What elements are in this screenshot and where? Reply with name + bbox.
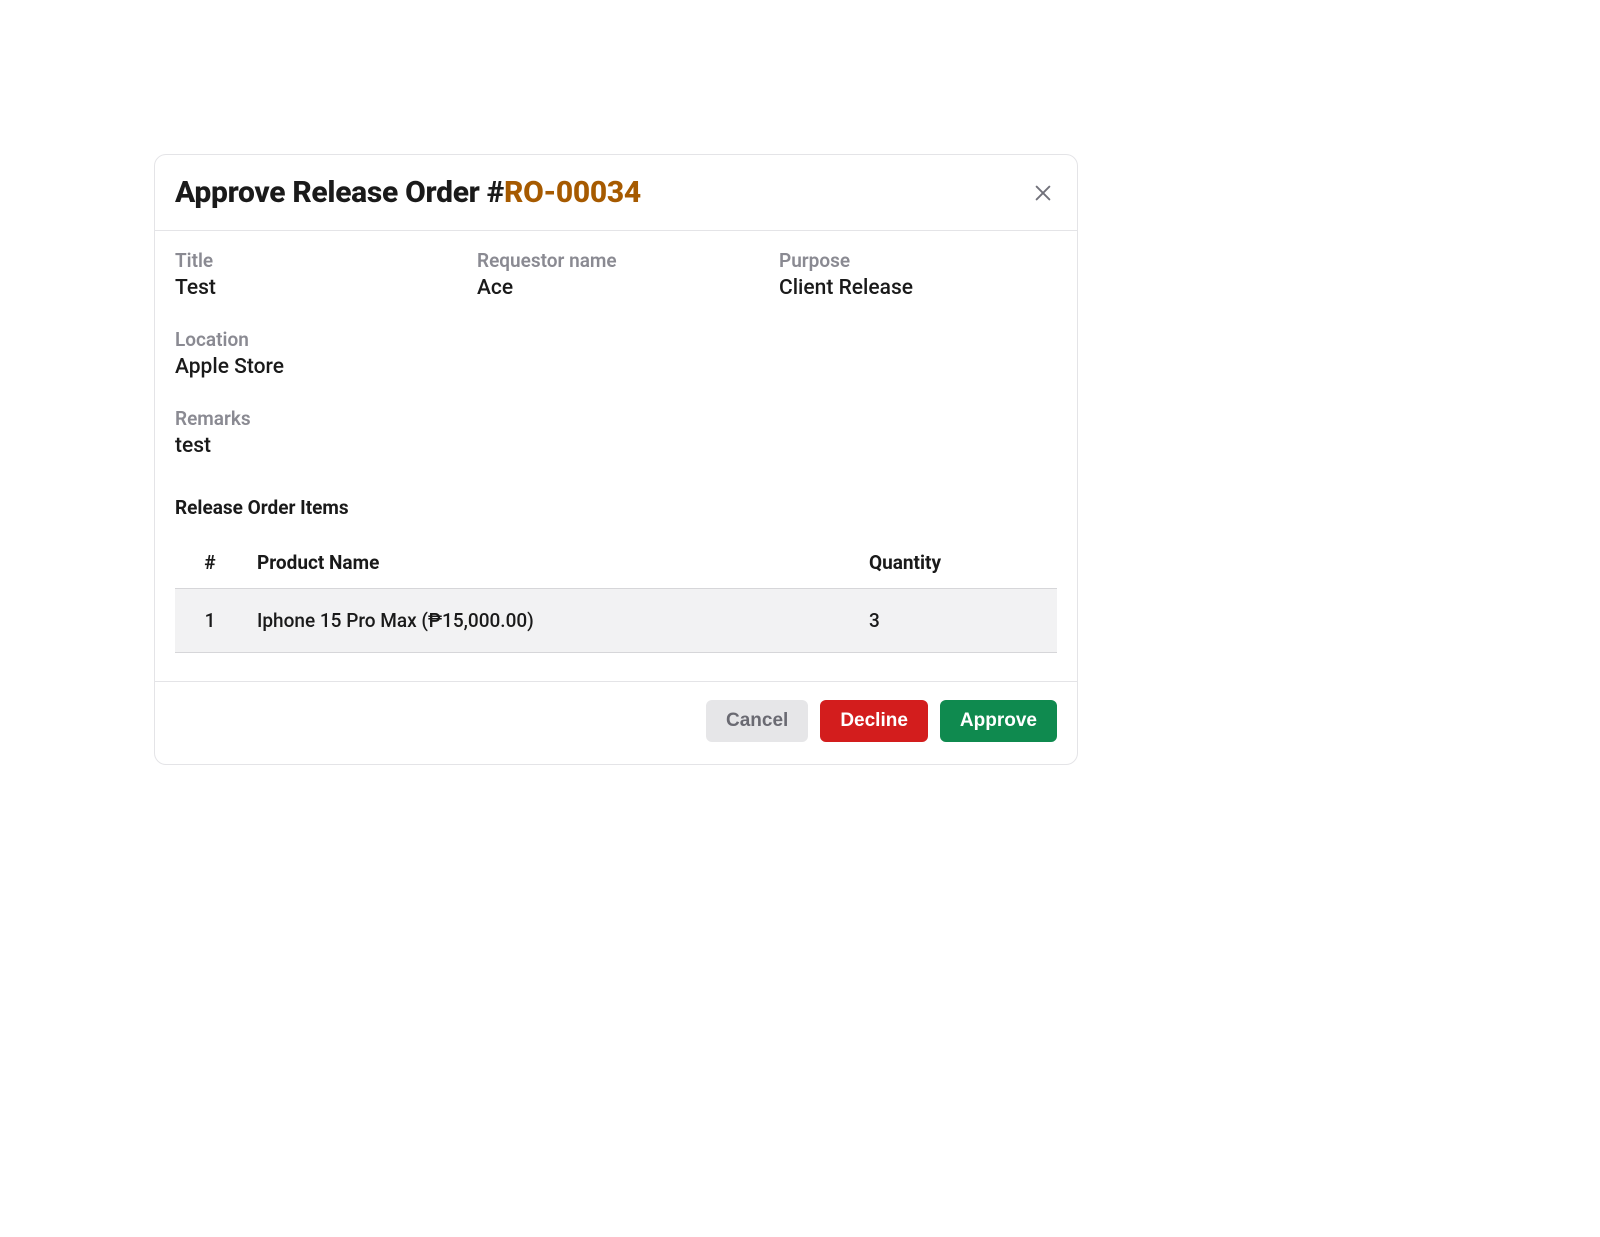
modal-header: Approve Release Order #RO-00034: [155, 155, 1077, 231]
col-header-index: #: [175, 537, 245, 589]
field-requestor: Requestor name Ace: [477, 249, 755, 300]
col-header-quantity: Quantity: [857, 537, 1057, 589]
approve-release-order-modal: Approve Release Order #RO-00034 Title Te…: [154, 154, 1078, 765]
modal-body: Title Test Requestor name Ace Purpose Cl…: [155, 231, 1077, 681]
field-purpose: Purpose Client Release: [779, 249, 1057, 300]
field-label-requestor: Requestor name: [477, 249, 755, 272]
cell-index: 1: [175, 589, 245, 653]
field-label-purpose: Purpose: [779, 249, 1057, 272]
items-section-title: Release Order Items: [175, 496, 1057, 519]
field-value-title: Test: [175, 276, 453, 300]
field-value-remarks: test: [175, 434, 1057, 458]
field-location: Location Apple Store: [175, 328, 1057, 379]
order-number: RO-00034: [504, 175, 641, 210]
close-icon: [1032, 182, 1054, 204]
col-header-product: Product Name: [245, 537, 857, 589]
field-value-location: Apple Store: [175, 355, 1057, 379]
approve-button[interactable]: Approve: [940, 700, 1057, 742]
modal-footer: Cancel Decline Approve: [155, 681, 1077, 764]
field-label-remarks: Remarks: [175, 407, 1057, 430]
decline-button[interactable]: Decline: [820, 700, 928, 742]
modal-title: Approve Release Order #RO-00034: [175, 175, 641, 210]
fields-grid: Title Test Requestor name Ace Purpose Cl…: [175, 249, 1057, 458]
field-remarks: Remarks test: [175, 407, 1057, 458]
field-value-requestor: Ace: [477, 276, 755, 300]
cell-product: Iphone 15 Pro Max (₱15,000.00): [245, 589, 857, 653]
items-table: # Product Name Quantity 1 Iphone 15 Pro …: [175, 537, 1057, 653]
field-label-title: Title: [175, 249, 453, 272]
field-label-location: Location: [175, 328, 1057, 351]
modal-title-prefix: Approve Release Order #: [175, 175, 504, 210]
field-value-purpose: Client Release: [779, 276, 1057, 300]
close-button[interactable]: [1029, 179, 1057, 207]
cell-quantity: 3: [857, 589, 1057, 653]
cancel-button[interactable]: Cancel: [706, 700, 808, 742]
items-header-row: # Product Name Quantity: [175, 537, 1057, 589]
table-row: 1 Iphone 15 Pro Max (₱15,000.00) 3: [175, 589, 1057, 653]
field-title: Title Test: [175, 249, 453, 300]
